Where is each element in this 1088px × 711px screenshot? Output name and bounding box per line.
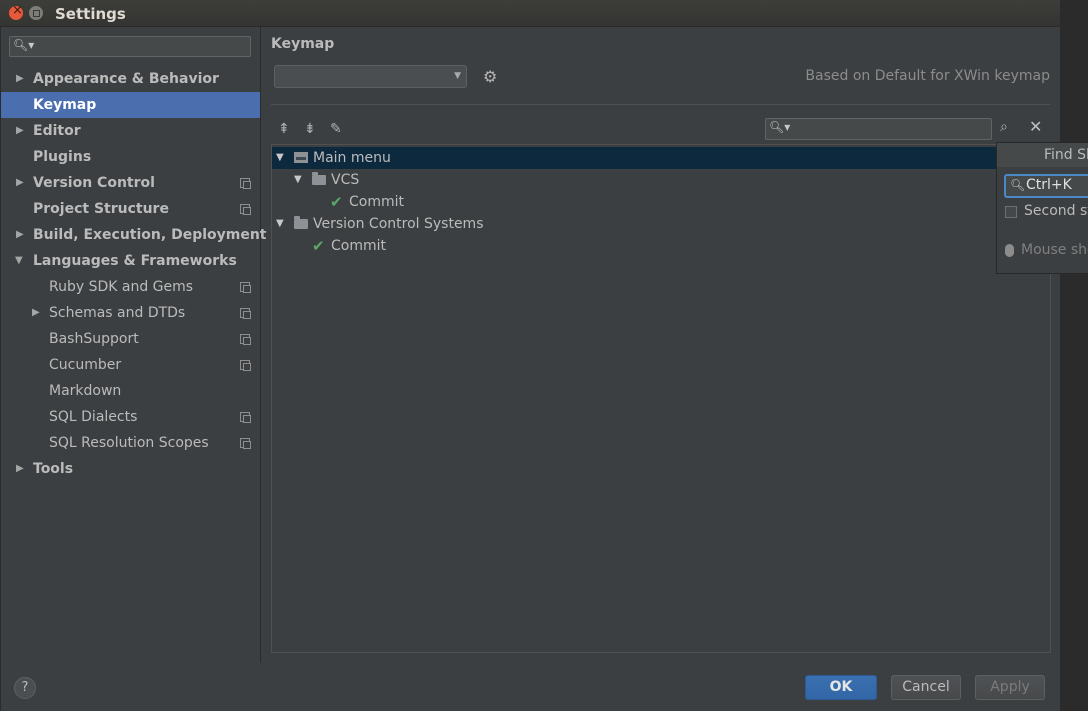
sidebar-item-version-control[interactable]: ▶ Version Control: [1, 170, 260, 196]
sidebar-item-sql-resolution-scopes[interactable]: SQL Resolution Scopes: [1, 430, 260, 456]
expand-arrow-icon[interactable]: ▶: [16, 222, 24, 248]
project-level-icon: [240, 412, 251, 423]
sidebar-item-markdown[interactable]: Markdown: [1, 378, 260, 404]
tree-row-commit[interactable]: ✔ Commit: [272, 235, 1050, 257]
project-level-icon: [240, 178, 251, 189]
sidebar-item-ruby-sdk-gems[interactable]: Ruby SDK and Gems: [1, 274, 260, 300]
folder-icon: [312, 169, 326, 191]
find-by-shortcut-icon[interactable]: ⌕: [1000, 119, 1008, 135]
collapse-arrow-icon[interactable]: ▼: [294, 169, 302, 191]
action-search-input[interactable]: 🔍︎▾: [765, 118, 992, 140]
folder-icon: [294, 213, 308, 235]
gear-icon[interactable]: ⚙: [483, 67, 497, 86]
sidebar-item-project-structure[interactable]: Project Structure: [1, 196, 260, 222]
edit-shortcut-icon[interactable]: ✎: [330, 121, 342, 137]
second-stroke-checkbox[interactable]: [1005, 206, 1017, 218]
based-on-label: Based on Default for XWin keymap: [805, 68, 1050, 84]
keymap-panel: Keymap ▼ ⚙ Based on Default for XWin key…: [261, 27, 1060, 663]
menu-icon: [294, 147, 308, 169]
title-bar: Settings: [0, 0, 1060, 27]
sidebar-item-editor[interactable]: ▶ Editor: [1, 118, 260, 144]
sidebar-item-cucumber[interactable]: Cucumber: [1, 352, 260, 378]
sidebar-item-sql-dialects[interactable]: SQL Dialects: [1, 404, 260, 430]
sidebar-item-build-execution-deployment[interactable]: ▶ Build, Execution, Deployment: [1, 222, 267, 248]
project-level-icon: [240, 360, 251, 371]
tree-row-main-menu[interactable]: ▼ Main menu: [272, 147, 1050, 169]
sidebar-item-tools[interactable]: ▶ Tools: [1, 456, 260, 482]
second-stroke-label: Second st: [1024, 203, 1088, 219]
tree-row-vcs[interactable]: ▼ VCS: [272, 169, 1050, 191]
search-icon: 🔍︎: [1010, 178, 1026, 192]
project-level-icon: [240, 308, 251, 319]
divider: [271, 104, 1050, 105]
project-level-icon: [240, 204, 251, 215]
sidebar-item-keymap[interactable]: Keymap: [1, 92, 260, 118]
close-window-button[interactable]: [9, 3, 23, 20]
clear-filter-icon[interactable]: ✕: [1029, 117, 1042, 136]
settings-search-input[interactable]: 🔍︎▾: [9, 36, 251, 57]
shortcut-input[interactable]: 🔍︎ Ctrl+K: [1004, 174, 1088, 198]
ok-button[interactable]: OK: [805, 675, 877, 700]
tree-row-commit[interactable]: ✔ Commit: [272, 191, 1050, 213]
collapse-arrow-icon[interactable]: ▼: [276, 147, 284, 169]
collapse-all-icon[interactable]: ⇟: [304, 121, 316, 137]
sidebar-item-bashsupport[interactable]: BashSupport: [1, 326, 260, 352]
mouse-icon: [1005, 244, 1014, 257]
expand-all-icon[interactable]: ⇞: [278, 121, 290, 137]
keymap-dropdown[interactable]: ▼: [274, 65, 467, 88]
mouse-shortcut-label[interactable]: Mouse sho: [1021, 242, 1088, 258]
check-icon: ✔: [312, 237, 325, 255]
project-level-icon: [240, 282, 251, 293]
expand-arrow-icon[interactable]: ▶: [16, 456, 24, 482]
chevron-down-icon: ▼: [454, 71, 461, 81]
background-window-strip: [1060, 0, 1088, 711]
search-icon: 🔍︎▾: [13, 38, 35, 52]
settings-sidebar: 🔍︎▾ ▶ Appearance & Behavior Keymap ▶ Edi…: [1, 27, 267, 663]
popup-header: Find Sh: [997, 143, 1088, 167]
find-shortcut-popup: Find Sh 🔍︎ Ctrl+K Second st Mouse sho: [996, 142, 1088, 274]
tree-row-version-control-systems[interactable]: ▼ Version Control Systems: [272, 213, 1050, 235]
actions-tree: ▼ Main menu ▼ VCS ✔ Commit ▼ Version Con…: [271, 144, 1051, 653]
expand-arrow-icon[interactable]: ▶: [16, 170, 24, 196]
cancel-button[interactable]: Cancel: [891, 675, 961, 700]
window-title: Settings: [55, 5, 126, 23]
collapse-arrow-icon[interactable]: ▼: [15, 248, 23, 274]
sidebar-item-appearance-behavior[interactable]: ▶ Appearance & Behavior: [1, 66, 260, 92]
sidebar-item-schemas-dtds[interactable]: ▶ Schemas and DTDs: [1, 300, 260, 326]
shortcut-value: Ctrl+K: [1026, 177, 1072, 193]
collapse-arrow-icon[interactable]: ▼: [276, 213, 284, 235]
expand-arrow-icon[interactable]: ▶: [16, 66, 24, 92]
expand-arrow-icon[interactable]: ▶: [32, 300, 40, 326]
apply-button[interactable]: Apply: [975, 675, 1045, 700]
expand-arrow-icon[interactable]: ▶: [16, 118, 24, 144]
project-level-icon: [240, 334, 251, 345]
maximize-window-button[interactable]: [29, 6, 43, 20]
check-icon: ✔: [330, 193, 343, 211]
help-button[interactable]: ?: [14, 677, 36, 699]
popup-title: Find Sh: [1044, 147, 1088, 163]
sidebar-item-plugins[interactable]: Plugins: [1, 144, 260, 170]
project-level-icon: [240, 438, 251, 449]
page-title: Keymap: [271, 36, 335, 52]
sidebar-item-languages-frameworks[interactable]: ▼ Languages & Frameworks: [1, 248, 260, 274]
search-icon: 🔍︎▾: [769, 120, 791, 134]
